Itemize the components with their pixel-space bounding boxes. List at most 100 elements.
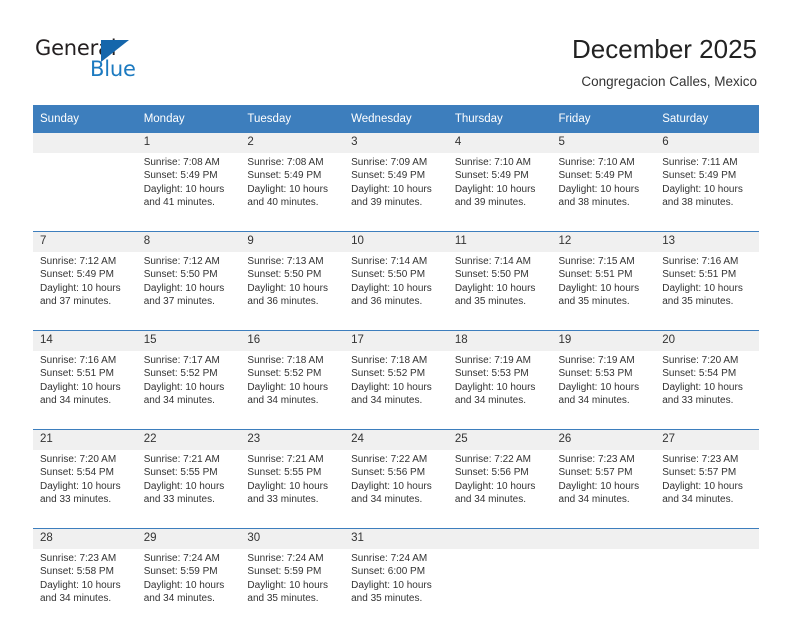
- day-detail-cell[interactable]: Sunrise: 7:18 AM Sunset: 5:52 PM Daylight:…: [344, 351, 448, 422]
- day-number-cell[interactable]: 2: [240, 133, 345, 153]
- day-number-cell[interactable]: 1: [136, 133, 241, 153]
- daylight-duration-line1: Daylight: 10 hours: [558, 381, 640, 393]
- day-detail-cell[interactable]: Sunrise: 7:12 AM Sunset: 5:50 PM Daylight:…: [136, 252, 241, 323]
- empty-detail-cell: [551, 549, 656, 620]
- sunrise-time: Sunrise: 7:11 AM: [662, 157, 738, 168]
- day-detail-cell[interactable]: Sunrise: 7:20 AM Sunset: 5:54 PM Daylight:…: [655, 351, 759, 422]
- day-detail-cell[interactable]: Sunrise: 7:19 AM Sunset: 5:53 PM Daylight:…: [447, 351, 552, 422]
- day-detail-cell[interactable]: Sunrise: 7:08 AM Sunset: 5:49 PM Daylight:…: [136, 153, 241, 224]
- week-separator: [33, 224, 759, 232]
- day-number-cell[interactable]: 16: [240, 330, 345, 351]
- day-number-cell[interactable]: 31: [344, 528, 448, 549]
- day-number-cell[interactable]: 12: [551, 231, 656, 252]
- day-detail-cell[interactable]: Sunrise: 7:21 AM Sunset: 5:55 PM Daylight:…: [136, 450, 241, 521]
- week-detail-row: Sunrise: 7:08 AM Sunset: 5:49 PM Daylight:…: [33, 153, 759, 224]
- day-number-cell[interactable]: 15: [136, 330, 241, 351]
- day-detail-cell[interactable]: Sunrise: 7:24 AM Sunset: 5:59 PM Daylight:…: [136, 549, 241, 620]
- day-detail-cell[interactable]: Sunrise: 7:24 AM Sunset: 6:00 PM Daylight:…: [344, 549, 448, 620]
- day-detail-cell[interactable]: Sunrise: 7:17 AM Sunset: 5:52 PM Daylight:…: [136, 351, 241, 422]
- sunrise-time: Sunrise: 7:18 AM: [247, 355, 324, 366]
- sunrise-time: Sunrise: 7:22 AM: [454, 454, 531, 465]
- day-detail-cell[interactable]: Sunrise: 7:16 AM Sunset: 5:51 PM Daylight:…: [655, 252, 759, 323]
- daylight-duration-line1: Daylight: 10 hours: [143, 579, 225, 591]
- daylight-duration-line1: Daylight: 10 hours: [662, 282, 743, 294]
- daylight-duration-line2: and 33 minutes.: [40, 494, 112, 506]
- day-detail-cell[interactable]: Sunrise: 7:22 AM Sunset: 5:56 PM Daylight:…: [447, 450, 552, 521]
- daylight-duration-line1: Daylight: 10 hours: [662, 381, 743, 393]
- daylight-duration-line1: Daylight: 10 hours: [454, 183, 536, 195]
- day-detail-cell[interactable]: Sunrise: 7:16 AM Sunset: 5:51 PM Daylight:…: [33, 351, 137, 422]
- daylight-duration-line2: and 35 minutes.: [454, 296, 526, 308]
- daylight-duration-line1: Daylight: 10 hours: [247, 183, 329, 195]
- sunset-time: Sunset: 5:49 PM: [454, 170, 529, 182]
- day-detail-cell[interactable]: Sunrise: 7:20 AM Sunset: 5:54 PM Daylight:…: [33, 450, 137, 521]
- daylight-duration-line2: and 41 minutes.: [143, 197, 215, 209]
- day-number-cell[interactable]: 9: [240, 231, 345, 252]
- day-detail-cell[interactable]: Sunrise: 7:24 AM Sunset: 5:59 PM Daylight:…: [240, 549, 345, 620]
- weekday-header-wednesday: Wednesday: [344, 105, 448, 133]
- day-number-cell[interactable]: 14: [33, 330, 137, 351]
- week-daynumber-row: 123456: [33, 133, 759, 153]
- day-number-cell[interactable]: 4: [447, 133, 552, 153]
- daylight-duration-line1: Daylight: 10 hours: [351, 282, 432, 294]
- day-detail-cell[interactable]: Sunrise: 7:13 AM Sunset: 5:50 PM Daylight:…: [240, 252, 345, 323]
- day-number-cell[interactable]: 13: [655, 231, 759, 252]
- day-number-cell[interactable]: 30: [240, 528, 345, 549]
- week-detail-row: Sunrise: 7:20 AM Sunset: 5:54 PM Daylight:…: [33, 450, 759, 521]
- day-number-cell[interactable]: 11: [447, 231, 552, 252]
- day-detail-cell[interactable]: Sunrise: 7:10 AM Sunset: 5:49 PM Daylight:…: [551, 153, 656, 224]
- day-detail-cell[interactable]: Sunrise: 7:14 AM Sunset: 5:50 PM Daylight:…: [447, 252, 552, 323]
- week-separator-line: [33, 620, 759, 627]
- day-number-cell[interactable]: 27: [655, 429, 759, 450]
- day-detail-cell[interactable]: Sunrise: 7:18 AM Sunset: 5:52 PM Daylight:…: [240, 351, 345, 422]
- day-number-cell[interactable]: 29: [136, 528, 241, 549]
- sunrise-time: Sunrise: 7:24 AM: [247, 553, 324, 564]
- day-detail-cell[interactable]: Sunrise: 7:23 AM Sunset: 5:57 PM Daylight:…: [655, 450, 759, 521]
- day-number-cell[interactable]: 28: [33, 528, 137, 549]
- day-number-cell[interactable]: 7: [33, 231, 137, 252]
- sunrise-time: Sunrise: 7:19 AM: [454, 355, 531, 366]
- daylight-duration-line2: and 40 minutes.: [247, 197, 319, 209]
- day-number-cell[interactable]: 8: [136, 231, 241, 252]
- daylight-duration-line2: and 35 minutes.: [247, 593, 319, 605]
- day-detail-cell[interactable]: Sunrise: 7:14 AM Sunset: 5:50 PM Daylight:…: [344, 252, 448, 323]
- day-detail-cell[interactable]: Sunrise: 7:12 AM Sunset: 5:49 PM Daylight:…: [33, 252, 137, 323]
- day-number-cell[interactable]: 25: [447, 429, 552, 450]
- day-number-cell[interactable]: 10: [344, 231, 448, 252]
- day-detail-cell[interactable]: Sunrise: 7:23 AM Sunset: 5:58 PM Daylight:…: [33, 549, 137, 620]
- day-detail-cell[interactable]: Sunrise: 7:15 AM Sunset: 5:51 PM Daylight:…: [551, 252, 656, 323]
- day-number-cell[interactable]: 23: [240, 429, 345, 450]
- day-detail-cell[interactable]: Sunrise: 7:11 AM Sunset: 5:49 PM Daylight:…: [655, 153, 759, 224]
- week-detail-row: Sunrise: 7:16 AM Sunset: 5:51 PM Daylight:…: [33, 351, 759, 422]
- sunset-time: Sunset: 5:49 PM: [247, 170, 322, 182]
- sunset-time: Sunset: 5:49 PM: [662, 170, 737, 182]
- daylight-duration-line1: Daylight: 10 hours: [247, 381, 329, 393]
- day-number-cell[interactable]: 20: [655, 330, 759, 351]
- day-number-cell[interactable]: 24: [344, 429, 448, 450]
- sunrise-time: Sunrise: 7:10 AM: [454, 157, 531, 168]
- sunset-time: Sunset: 5:56 PM: [454, 467, 529, 479]
- sunrise-time: Sunrise: 7:10 AM: [558, 157, 635, 168]
- daylight-duration-line2: and 36 minutes.: [351, 296, 423, 308]
- day-detail-cell[interactable]: Sunrise: 7:22 AM Sunset: 5:56 PM Daylight:…: [344, 450, 448, 521]
- sunset-time: Sunset: 5:50 PM: [143, 269, 218, 281]
- day-detail-cell[interactable]: Sunrise: 7:19 AM Sunset: 5:53 PM Daylight:…: [551, 351, 656, 422]
- daylight-duration-line1: Daylight: 10 hours: [40, 480, 121, 492]
- day-number-cell[interactable]: 19: [551, 330, 656, 351]
- sunset-time: Sunset: 5:59 PM: [143, 566, 218, 578]
- sunset-time: Sunset: 5:55 PM: [247, 467, 322, 479]
- day-number-cell[interactable]: 22: [136, 429, 241, 450]
- day-detail-cell[interactable]: Sunrise: 7:10 AM Sunset: 5:49 PM Daylight:…: [447, 153, 552, 224]
- day-detail-cell[interactable]: Sunrise: 7:09 AM Sunset: 5:49 PM Daylight:…: [344, 153, 448, 224]
- day-number-cell[interactable]: 21: [33, 429, 137, 450]
- day-number-cell[interactable]: 26: [551, 429, 656, 450]
- day-number-cell[interactable]: 17: [344, 330, 448, 351]
- day-number-cell[interactable]: 6: [655, 133, 759, 153]
- day-number-cell[interactable]: 5: [551, 133, 656, 153]
- day-detail-cell[interactable]: Sunrise: 7:21 AM Sunset: 5:55 PM Daylight:…: [240, 450, 345, 521]
- day-number-cell[interactable]: 3: [344, 133, 448, 153]
- daylight-duration-line2: and 34 minutes.: [40, 593, 112, 605]
- day-detail-cell[interactable]: Sunrise: 7:08 AM Sunset: 5:49 PM Daylight:…: [240, 153, 345, 224]
- day-number-cell[interactable]: 18: [447, 330, 552, 351]
- day-detail-cell[interactable]: Sunrise: 7:23 AM Sunset: 5:57 PM Daylight:…: [551, 450, 656, 521]
